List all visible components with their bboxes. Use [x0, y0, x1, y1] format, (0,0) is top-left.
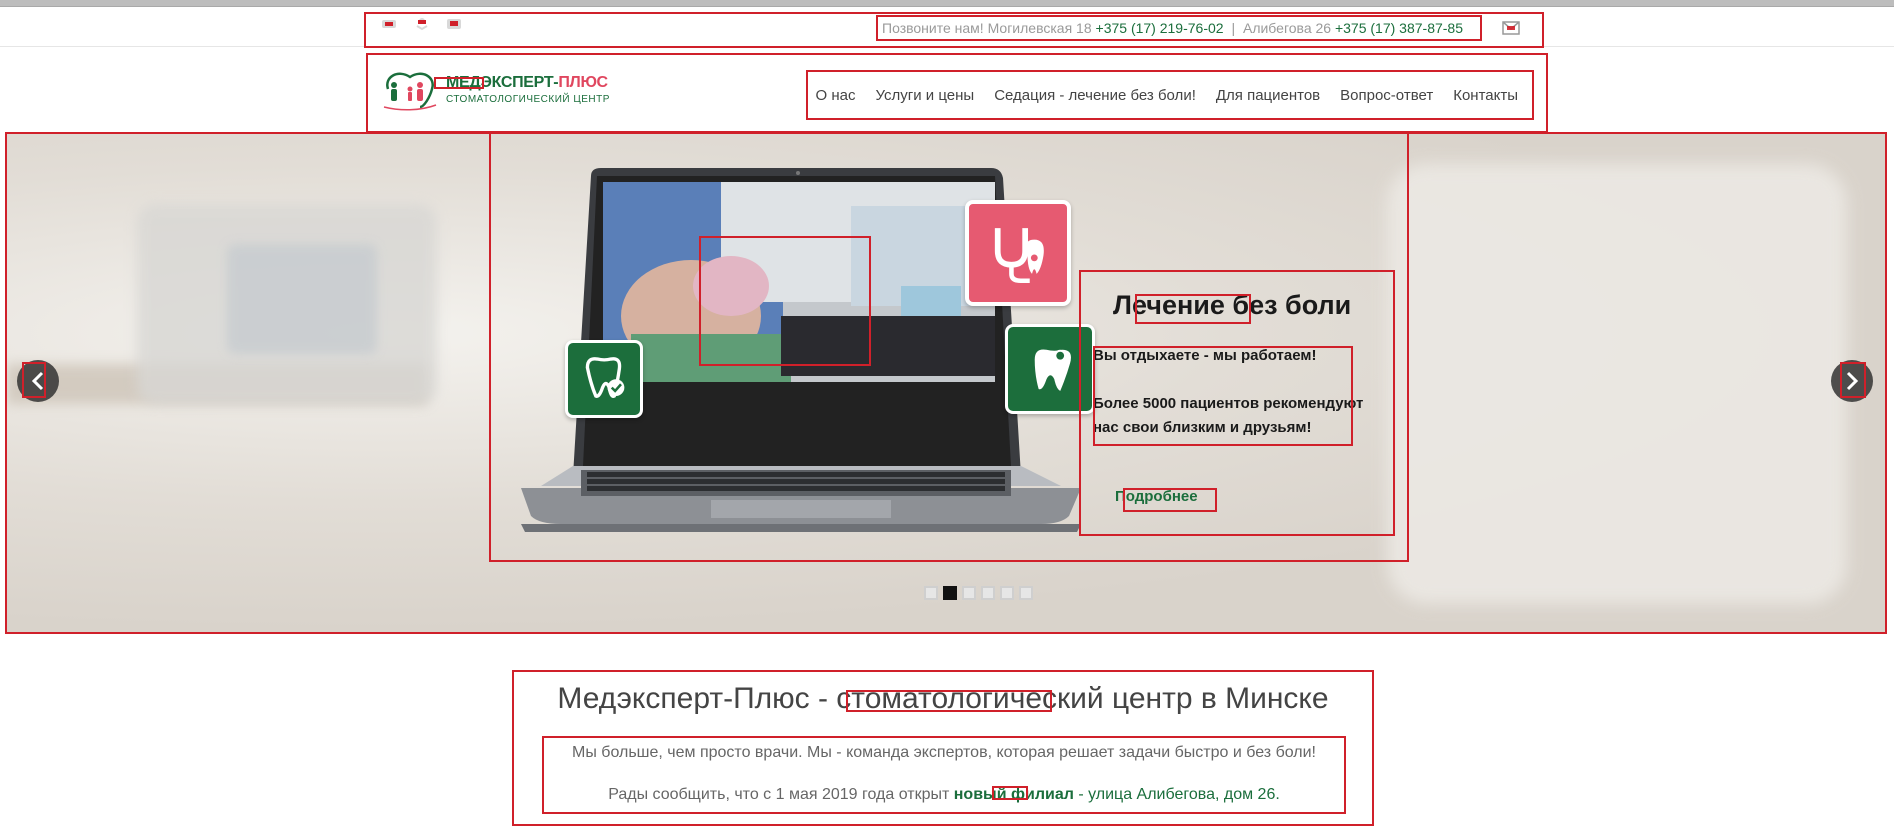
top-bar: Позвоните нам! Могилевская 18 +375 (17) …: [0, 7, 1894, 48]
site-logo[interactable]: МЕДЭКСПЕРТ-ПЛЮС СТОМАТОЛОГИЧЕСКИЙ ЦЕНТР: [380, 64, 610, 114]
nav-item-contacts[interactable]: Контакты: [1453, 87, 1518, 104]
tooth-check-icon: [565, 340, 643, 418]
slide-caption: Лечение без боли Вы отдыхаете - мы работ…: [1079, 270, 1395, 536]
contact-line: Позвоните нам! Могилевская 18 +375 (17) …: [876, 15, 1482, 41]
ok-icon[interactable]: [414, 17, 430, 31]
logo-highlight: [434, 77, 484, 89]
mail-icon[interactable]: [1502, 20, 1520, 35]
address-mogilevskaya: Могилевская 18: [987, 20, 1092, 36]
separator: |: [1231, 20, 1236, 36]
phone-link-1[interactable]: +375 (17) 219-76-02: [1096, 20, 1224, 36]
nav-item-patients[interactable]: Для пациентов: [1216, 87, 1320, 104]
logo-title-plus: ПЛЮС: [558, 73, 608, 91]
slider-dot[interactable]: [924, 586, 938, 600]
nav-item-faq[interactable]: Вопрос-ответ: [1340, 87, 1433, 104]
slider-dot[interactable]: [962, 586, 976, 600]
intro-text: Мы больше, чем просто врачи. Мы - команд…: [542, 736, 1346, 814]
intro-section: Медэксперт-Плюс - стоматологический цент…: [512, 670, 1374, 826]
intro-line-2: Рады сообщить, что с 1 мая 2019 года отк…: [608, 786, 1280, 803]
logo-subtitle: СТОМАТОЛОГИЧЕСКИЙ ЦЕНТР: [446, 93, 610, 105]
site-header: МЕДЭКСПЕРТ-ПЛЮС СТОМАТОЛОГИЧЕСКИЙ ЦЕНТР …: [0, 48, 1894, 133]
main-nav: О нас Услуги и цены Седация - лечение бе…: [806, 70, 1534, 120]
nav-item-sedation[interactable]: Седация - лечение без боли!: [994, 87, 1196, 104]
slider-pagination: [924, 586, 1033, 600]
nav-item-about[interactable]: О нас: [816, 87, 856, 104]
slide-active: Лечение без боли Вы отдыхаете - мы работ…: [489, 134, 1409, 562]
call-text: Позвоните нам!: [882, 20, 984, 36]
slider-dot[interactable]: [981, 586, 995, 600]
logo-mark-icon: [380, 67, 440, 111]
browser-top-strip: [0, 0, 1894, 7]
vk-icon[interactable]: [381, 17, 397, 31]
hero-slider: Лечение без боли Вы отдыхаете - мы работ…: [5, 132, 1887, 634]
phone-link-2[interactable]: +375 (17) 387-87-85: [1335, 20, 1463, 36]
photo-highlight: [699, 236, 871, 366]
slider-dot[interactable]: [1000, 586, 1014, 600]
nav-item-services[interactable]: Услуги и цены: [876, 87, 975, 104]
intro-line-1: Мы больше, чем просто врачи. Мы - команд…: [572, 744, 1316, 761]
slider-dot[interactable]: [943, 586, 957, 600]
stethoscope-tooth-icon: [965, 200, 1071, 306]
youtube-icon[interactable]: [446, 17, 462, 31]
slider-dot[interactable]: [1019, 586, 1033, 600]
address-alibegova: Алибегова 26: [1242, 20, 1332, 36]
